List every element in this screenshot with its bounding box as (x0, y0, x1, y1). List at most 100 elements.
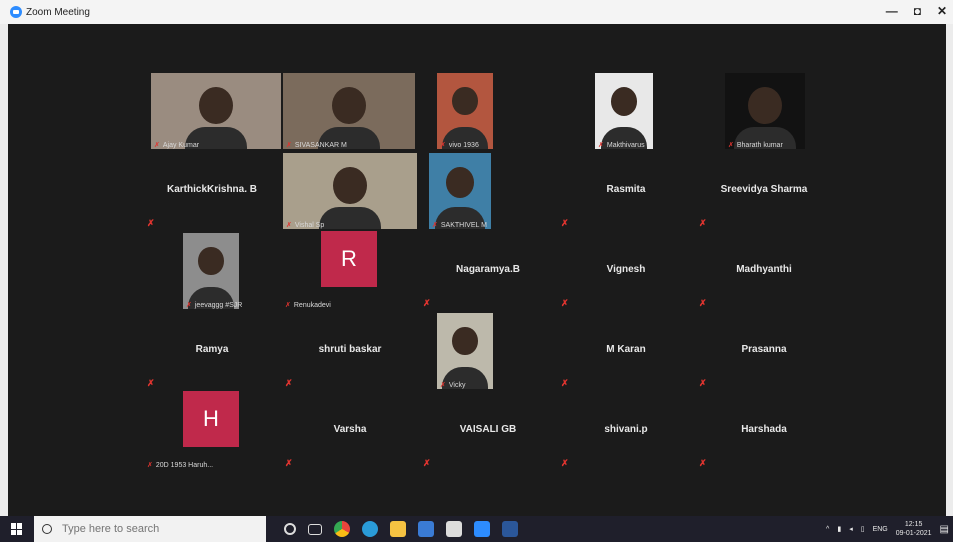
mic-muted-icon: ✗ (699, 298, 707, 308)
participant-avatar: R (321, 231, 377, 287)
mic-muted-icon: ✗ (147, 218, 155, 228)
participant-tile[interactable]: ✗ Vicky (419, 311, 557, 391)
participant-name: Vicky (448, 382, 466, 389)
mic-muted-icon: ✗ (286, 222, 292, 229)
participant-tile[interactable]: ✗ Makthivarus (557, 71, 695, 151)
participant-video (429, 153, 491, 229)
participant-nameplate: ✗ 20D 1953 Haruh... (147, 461, 213, 469)
participant-tile[interactable]: ✗ SAKTHIVEL M (419, 151, 557, 231)
volume-icon[interactable]: ◂ (849, 525, 853, 533)
participant-video (595, 73, 653, 149)
participant-name: Renukadevi (293, 302, 331, 309)
participant-tile[interactable]: Nagaramya.B ✗ (419, 231, 557, 311)
participant-tile[interactable]: Harshada ✗ (695, 391, 833, 471)
participant-name: Sreevidya Sharma (720, 184, 808, 195)
system-tray: ^ ▮ ◂ ▯ ENG 12:15 09-01-2021 ▤ (826, 516, 949, 542)
participant-tile[interactable]: Varsha ✗ (281, 391, 419, 471)
mic-muted-icon: ✗ (423, 298, 431, 308)
participant-name: Vishal Sp (294, 222, 325, 229)
mic-muted-icon: ✗ (699, 218, 707, 228)
participant-video (437, 73, 493, 149)
network-icon[interactable]: ▮ (837, 525, 841, 533)
participant-name: shruti baskar (318, 344, 382, 355)
close-button[interactable]: ✕ (937, 4, 947, 18)
participant-name: KarthickKrishna. B (166, 184, 258, 195)
participant-nameplate: ✗ Vishal Sp (286, 221, 324, 229)
mic-muted-icon: ✗ (423, 458, 431, 468)
clock[interactable]: 12:15 09-01-2021 (896, 520, 932, 538)
mic-muted-icon: ✗ (285, 458, 293, 468)
taskbar-search[interactable] (34, 516, 266, 542)
notifications-icon[interactable]: ▤ (940, 524, 949, 535)
participant-name: Ramya (195, 344, 229, 355)
participant-name: Vignesh (606, 264, 646, 275)
word-icon[interactable] (502, 521, 518, 537)
task-view-icon[interactable] (308, 523, 322, 535)
participant-tile[interactable]: ✗ Vishal Sp (281, 151, 419, 231)
search-input[interactable] (62, 523, 252, 535)
cortana-icon[interactable] (284, 523, 296, 535)
participant-tile[interactable]: ✗ vivo 1936 (419, 71, 557, 151)
file-explorer-icon[interactable] (390, 521, 406, 537)
participant-nameplate: ✗ Bharath kumar (728, 141, 783, 149)
participant-video (151, 73, 281, 149)
participant-tile[interactable]: Madhyanthi ✗ (695, 231, 833, 311)
participant-tile[interactable]: M Karan ✗ (557, 311, 695, 391)
mic-muted-icon: ✗ (440, 142, 446, 149)
participant-video (183, 233, 239, 309)
participant-grid: ✗ Ajay Kumar ✗ SIVASANKAR M ✗ vivo 1936 ✗ Makth… (143, 71, 833, 471)
store-icon[interactable] (446, 521, 462, 537)
participant-tile[interactable]: ✗ SIVASANKAR M (281, 71, 419, 151)
participant-name: VAISALI GB (459, 424, 517, 435)
participant-avatar: H (183, 391, 239, 447)
participant-tile[interactable]: shruti baskar ✗ (281, 311, 419, 391)
mic-muted-icon: ✗ (561, 458, 569, 468)
mic-muted-icon: ✗ (154, 142, 160, 149)
participant-tile[interactable]: ✗ Ajay Kumar (143, 71, 281, 151)
participant-tile[interactable]: ✗ Bharath kumar (695, 71, 833, 151)
participant-name: Varsha (333, 424, 367, 435)
participant-tile[interactable]: H ✗ 20D 1953 Haruh... (143, 391, 281, 471)
tray-chevron-icon[interactable]: ^ (826, 526, 829, 533)
participant-tile[interactable]: Vignesh ✗ (557, 231, 695, 311)
language-indicator[interactable]: ENG (873, 526, 888, 533)
participant-tile[interactable]: shivani.p ✗ (557, 391, 695, 471)
participant-tile[interactable]: R ✗ Renukadevi (281, 231, 419, 311)
title-bar: Zoom Meeting — ◘ ✕ (0, 0, 953, 24)
edge-icon[interactable] (362, 521, 378, 537)
participant-name: M Karan (606, 344, 646, 355)
mic-muted-icon: ✗ (285, 378, 293, 388)
participant-tile[interactable]: ✗ jeevaggg #SJR (143, 231, 281, 311)
participant-name: jeevaggg #SJR (194, 302, 243, 309)
battery-icon[interactable]: ▯ (861, 525, 865, 533)
minimize-button[interactable]: — (886, 4, 898, 18)
participant-nameplate: ✗ SIVASANKAR M (286, 141, 347, 149)
participant-tile[interactable]: Ramya ✗ (143, 311, 281, 391)
mic-muted-icon: ✗ (440, 382, 446, 389)
participant-nameplate: ✗ Vicky (440, 381, 465, 389)
participant-tile[interactable]: Rasmita ✗ (557, 151, 695, 231)
participant-name: SAKTHIVEL M (440, 222, 487, 229)
mic-muted-icon: ✗ (561, 218, 569, 228)
participant-nameplate: ✗ jeevaggg #SJR (186, 301, 242, 309)
window-controls: — ◘ ✕ (886, 4, 947, 18)
participant-tile[interactable]: Sreevidya Sharma ✗ (695, 151, 833, 231)
mic-muted-icon: ✗ (699, 378, 707, 388)
chrome-icon[interactable] (334, 521, 350, 537)
participant-name: SIVASANKAR M (294, 142, 347, 149)
mail-icon[interactable] (418, 521, 434, 537)
participant-nameplate: ✗ SAKTHIVEL M (432, 221, 487, 229)
zoom-icon[interactable] (474, 521, 490, 537)
participant-tile[interactable]: Prasanna ✗ (695, 311, 833, 391)
windows-icon (11, 523, 23, 535)
participant-name: Ajay Kumar (162, 142, 200, 149)
clock-date: 09-01-2021 (895, 530, 932, 537)
maximize-button[interactable]: ◘ (914, 4, 921, 18)
participant-tile[interactable]: VAISALI GB ✗ (419, 391, 557, 471)
participant-tile[interactable]: KarthickKrishna. B ✗ (143, 151, 281, 231)
mic-muted-icon: ✗ (432, 222, 438, 229)
participant-name: Harshada (741, 424, 787, 435)
start-button[interactable] (0, 516, 34, 542)
participant-nameplate: ✗ Makthivarus (598, 141, 645, 149)
mic-muted-icon: ✗ (147, 462, 153, 469)
